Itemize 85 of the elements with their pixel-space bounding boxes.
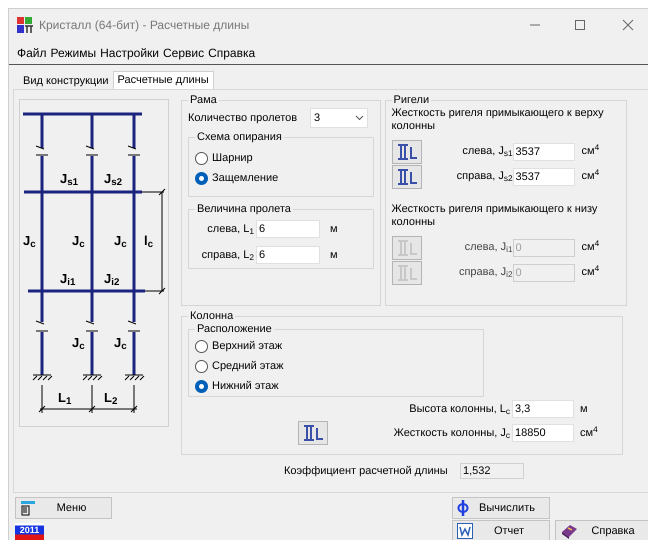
menu-item[interactable]: Файл <box>17 44 47 62</box>
diagram-label: J$_{c}$ <box>114 336 127 350</box>
group-title: Колонна <box>189 310 234 323</box>
diagram-label: J$_{c}$ <box>72 234 85 248</box>
radio-label: Верхний этаж <box>212 338 282 354</box>
radio-label: Защемление <box>212 170 278 186</box>
field-label: слева, L$_{1}$ <box>206 222 255 238</box>
word-document-icon <box>457 523 473 539</box>
diagram-label: J$_{c}$ <box>72 336 85 350</box>
field-label: слева, J$_{s1}$ <box>461 144 513 160</box>
action-button[interactable]: Отчет <box>452 520 550 540</box>
app-logo-icon <box>17 17 33 33</box>
unit-label: м <box>330 248 338 263</box>
field-label: справа, L$_{2}$ <box>200 248 255 264</box>
input-field[interactable]: 6 <box>256 246 320 264</box>
diagram-label: J$_{i1}$ <box>60 272 76 286</box>
action-button[interactable]: Справка <box>555 520 648 540</box>
action-button[interactable]: Меню <box>15 497 112 519</box>
unit-label: см$^{4}$ <box>582 239 600 256</box>
radio-button[interactable] <box>195 380 208 392</box>
field-label: Жесткость колонны, J$_{c}$ <box>392 426 511 442</box>
unit-label: см$^{4}$ <box>582 143 600 160</box>
diagram-label: J$_{s2}$ <box>104 172 122 186</box>
field-label: Количество пролетов <box>188 110 298 126</box>
unit-label: м <box>580 402 588 417</box>
input-field[interactable]: 18850 <box>512 424 574 442</box>
section-button[interactable] <box>298 421 328 445</box>
section-button[interactable] <box>392 164 422 188</box>
menu-item[interactable]: Сервис <box>162 44 204 62</box>
book-icon <box>560 523 578 539</box>
action-button[interactable]: Вычислить <box>452 497 550 519</box>
field-label: Коэффициент расчетной длины <box>284 464 449 479</box>
diagram-label: L$_{1}$ <box>58 391 72 405</box>
field-label: Высота колонны, L$_{c}$ <box>408 402 511 418</box>
group-title: Величина пролета <box>196 203 292 216</box>
i-beam-icon <box>396 168 418 186</box>
menu-item[interactable]: Справка <box>208 44 256 62</box>
version-badge: 2011 <box>15 523 44 540</box>
i-beam-icon <box>396 238 418 256</box>
group-caption: Жесткость ригеля примыкающего к верху колонны <box>392 107 605 134</box>
maximize-icon[interactable] <box>574 19 586 31</box>
close-icon[interactable] <box>622 19 634 31</box>
group-title: Рама <box>189 94 218 107</box>
menu-item[interactable]: Режимы <box>50 44 96 62</box>
diagram-label: l$_{c}$ <box>144 234 154 248</box>
diagram-label: J$_{s1}$ <box>60 172 78 186</box>
input-field[interactable]: 3537 <box>512 168 575 186</box>
radio-button[interactable] <box>195 360 208 372</box>
window-title: Кристалл (64-бит) - Расчетные длины <box>39 17 250 34</box>
tab[interactable]: Расчетные длины <box>112 71 214 89</box>
i-beam-icon <box>396 142 418 160</box>
unit-label: см$^{4}$ <box>580 424 598 441</box>
menu-item[interactable]: Настройки <box>100 44 159 62</box>
unit-label: см$^{4}$ <box>582 264 600 280</box>
group-title: Схема опирания <box>196 131 283 144</box>
document-icon <box>20 500 36 516</box>
diagram-label: L$_{2}$ <box>104 391 118 405</box>
group-title: Расположение <box>196 323 273 336</box>
diagram-label: J$_{i2}$ <box>104 272 120 286</box>
radio-button[interactable] <box>195 152 208 164</box>
group-caption: Жесткость ригеля примыкающего к низу колонны <box>392 203 598 230</box>
radio-button[interactable] <box>195 340 208 352</box>
field-label: справа, J$_{i2}$ <box>458 265 513 281</box>
radio-label: Шарнир <box>212 150 253 166</box>
phi-icon <box>457 499 469 517</box>
radio-button[interactable] <box>195 172 208 184</box>
radio-label: Нижний этаж <box>212 378 279 394</box>
diagram-label: J$_{c}$ <box>114 234 127 248</box>
section-button[interactable] <box>392 140 422 164</box>
unit-label: м <box>330 222 338 237</box>
i-beam-icon <box>396 264 418 282</box>
field-label: слева, J$_{i1}$ <box>464 240 513 256</box>
input-field[interactable]: 3,3 <box>512 400 574 418</box>
result-field: 1,532 <box>460 463 524 479</box>
input-field[interactable]: 3537 <box>512 142 575 160</box>
unit-label: см$^{4}$ <box>582 168 600 184</box>
field-label: справа, J$_{s2}$ <box>456 169 513 185</box>
radio-label: Средний этаж <box>212 358 284 374</box>
tab[interactable]: Вид конструкции <box>19 73 113 89</box>
group-title: Ригели <box>392 94 430 107</box>
dropdown[interactable]: 3 <box>310 108 368 128</box>
input-field[interactable]: 6 <box>256 220 320 238</box>
diagram-label: J$_{c}$ <box>23 234 36 248</box>
chevron-down-icon <box>355 115 364 121</box>
i-beam-icon <box>302 424 324 442</box>
